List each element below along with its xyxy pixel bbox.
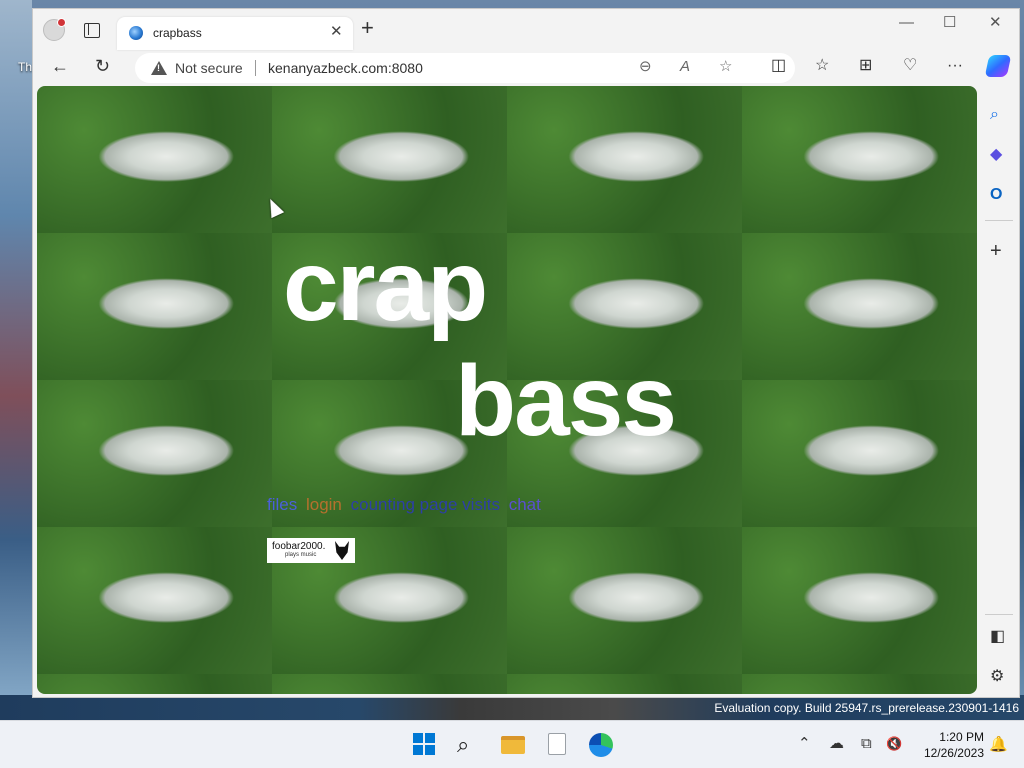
notification-bell-icon[interactable]: 🔔 [989,735,1008,753]
sidebar-divider-bottom [985,614,1013,615]
web-page-content: crap bass files login counting page visi… [37,86,977,694]
browser-window: crapbass ✕ + — ☐ ✕ ← ↻ Not secure kenany… [32,8,1020,698]
profile-avatar-icon[interactable] [43,18,66,41]
search-icon[interactable]: ⌕ [457,733,469,757]
tab-close-icon[interactable]: ✕ [330,23,343,41]
outlook-icon[interactable]: O [990,186,1002,204]
edge-taskbar-icon[interactable] [589,733,613,757]
windows-logo-icon [413,733,435,755]
clock[interactable]: 1:20 PM 12/26/2023 [916,729,984,761]
sidebar-add-icon[interactable]: + [990,241,1002,261]
globe-favicon-icon [129,26,143,40]
close-window-button[interactable]: ✕ [989,13,1002,33]
maximize-button[interactable]: ☐ [943,13,956,33]
refresh-button[interactable]: ↻ [95,56,110,76]
start-button[interactable] [413,733,435,755]
sidebar-search-icon[interactable]: ⌕ [990,106,999,124]
hero-title-crap: crap [283,230,488,342]
clock-time: 1:20 PM [939,730,984,744]
zoom-out-icon[interactable]: ⊖ [639,58,652,76]
hero-title-bass: bass [455,345,677,457]
mouse-cursor-icon [263,195,285,219]
security-indicator[interactable]: Not secure [175,60,243,76]
sidebar-divider [985,220,1013,221]
browser-toolbar: ← ↻ Not secure kenanyazbeck.com:8080 ⊖ A… [33,49,1021,85]
address-divider [255,60,256,76]
desktop-partial-label: Th [18,60,33,74]
url-text[interactable]: kenanyazbeck.com:8080 [268,60,423,76]
minimize-button[interactable]: — [899,13,914,33]
link-chat[interactable]: chat [509,495,541,514]
new-tab-button[interactable]: + [361,17,374,39]
clock-date: 12/26/2023 [923,746,984,760]
link-login[interactable]: login [306,495,342,514]
favorites-icon[interactable]: ☆ [815,57,829,75]
link-files[interactable]: files [267,495,297,514]
onedrive-icon[interactable]: ☁ [829,735,844,753]
desktop-background [0,0,32,720]
add-favorite-icon[interactable]: ☆ [719,58,732,76]
tab-crapbass[interactable]: crapbass ✕ [117,17,353,50]
collections-icon[interactable]: ⊞ [859,57,872,75]
notepad-icon[interactable] [548,733,566,755]
nav-links: files login counting page visits chat [267,495,545,515]
link-counting-page-visits[interactable]: counting page visits [351,495,500,514]
browser-essentials-icon[interactable]: ♡ [903,57,917,75]
sidebar-settings-icon[interactable]: ⚙ [990,668,1004,686]
read-aloud-icon[interactable]: A [680,58,690,76]
tab-bar: crapbass ✕ + — ☐ ✕ [33,9,1021,50]
file-explorer-icon[interactable] [501,733,525,754]
back-button[interactable]: ← [51,56,69,76]
split-screen-icon[interactable]: ◫ [771,57,786,75]
more-menu-icon[interactable]: ··· [947,57,963,75]
hide-sidebar-icon[interactable]: ◧ [990,628,1005,646]
display-icon[interactable]: ⧉ [861,735,872,753]
copilot-icon[interactable] [984,55,1012,77]
tab-title: crapbass [153,26,202,40]
tab-actions-icon[interactable] [84,23,100,38]
foobar2000-badge[interactable]: foobar2000. plays music [267,538,355,563]
taskbar: ⌕ ⌃ ☁ ⧉ 🔇 1:20 PM 12/26/2023 🔔 [0,720,1024,768]
edge-sidebar: ⌕ ◆ O + ◧ ⚙ [977,86,1021,699]
tray-chevron-icon[interactable]: ⌃ [798,735,811,753]
sidebar-copilot-icon[interactable]: ◆ [990,146,1002,164]
warning-icon[interactable] [151,61,167,75]
evaluation-watermark: Evaluation copy. Build 25947.rs_prerelea… [714,701,1019,715]
volume-muted-icon[interactable]: 🔇 [886,735,902,753]
address-bar[interactable]: Not secure kenanyazbeck.com:8080 ⊖ A ☆ [135,53,795,83]
foobar-badge-name: foobar2000. [272,541,326,552]
fox-logo-icon [335,541,349,560]
foobar-badge-tagline: plays music [285,552,317,558]
